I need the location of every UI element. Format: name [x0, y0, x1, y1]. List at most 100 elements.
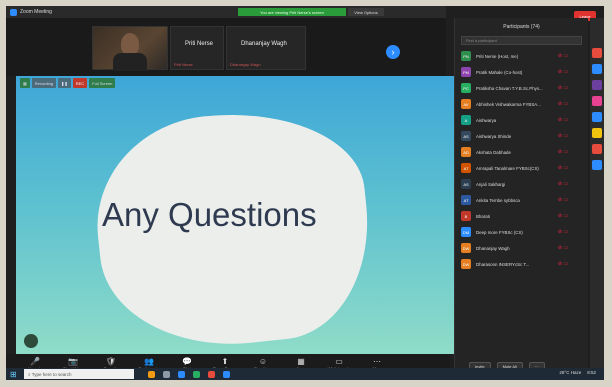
camera-icon: 📷	[68, 357, 78, 366]
pause-button[interactable]: ❚❚	[58, 78, 71, 88]
muted-mic-icon: ⊘ ▭	[558, 245, 569, 251]
muted-mic-icon: ⊘ ▭	[558, 181, 569, 187]
participant-row[interactable]: AT Ankita Tembe sybbsca ⊘ ▭	[455, 192, 588, 208]
participant-row[interactable]: AS Aishwarya Shinde ⊘ ▭	[455, 128, 588, 144]
participant-name: Deep more FYBSc (CS)	[476, 229, 523, 235]
app-icon[interactable]	[193, 370, 200, 378]
avatar: DW	[461, 259, 471, 269]
participant-list: PN Priti Nerse (Host, me) ⊘ ▭ PM Pratik Maha…	[455, 48, 588, 272]
slide-title: Any Questions	[102, 196, 317, 233]
participant-name: Akshata Dabhade	[476, 149, 511, 155]
app-icon[interactable]	[148, 370, 155, 378]
participant-name: Priti Nerse (Host, me)	[476, 53, 519, 59]
window-title: Zoom Meeting	[20, 9, 52, 15]
app-icon[interactable]	[592, 128, 602, 138]
next-page-icon[interactable]: ›	[386, 45, 400, 59]
participant-row[interactable]: A Aishwarya ⊘ ▭	[455, 112, 588, 128]
participant-name: Pratiksha Chavan T.Y.B.Sc.Phys...	[476, 85, 543, 91]
app-icon[interactable]	[208, 370, 215, 378]
app-icon[interactable]	[592, 96, 602, 106]
app-icon[interactable]	[592, 160, 602, 170]
participant-name: Anjali Sakhargi	[476, 181, 506, 187]
participant-row[interactable]: AD Akshata Dabhade ⊘ ▭	[455, 144, 588, 160]
windows-taskbar: ⊞ ⌕ Type here to search 28°C Haze 8:52	[6, 368, 604, 380]
participants-panel: Participants (74) Find a participant PN P…	[454, 18, 588, 374]
mic-icon: 🎤	[30, 357, 40, 366]
tile-sub: Dhananjay Wagh	[230, 62, 261, 67]
muted-mic-icon: ⊘ ▭	[558, 69, 569, 75]
smile-icon: ☺	[258, 357, 268, 366]
participant-row[interactable]: AT Amrapali Tanalmare FYBSc(CS) ⊘ ▭	[455, 160, 588, 176]
app-icon[interactable]	[592, 48, 602, 58]
fullscreen-button[interactable]: Full Screen	[89, 78, 116, 88]
video-tile-priti[interactable]: Priti Nerse Priti Nerse	[170, 26, 224, 70]
avatar: AT	[461, 163, 471, 173]
participant-row[interactable]: PM Pratik Mahale (Co-host) ⊘ ▭	[455, 64, 588, 80]
participant-row[interactable]: B Bharati ⊘ ▭	[455, 208, 588, 224]
person-head	[121, 33, 139, 55]
participant-row[interactable]: AV Abhishek Vishwakarma FYBSA... ⊘ ▭	[455, 96, 588, 112]
apps-icon: ▦	[297, 357, 305, 366]
tile-name: Priti Nerse	[185, 41, 214, 47]
person-body	[113, 53, 147, 71]
taskbar-search-input[interactable]: ⌕ Type here to search	[24, 369, 134, 379]
app-sidebar	[590, 18, 604, 374]
avatar: AD	[461, 147, 471, 157]
avatar: AT	[461, 195, 471, 205]
app-icon[interactable]	[592, 80, 602, 90]
windows-start-icon[interactable]: ⊞	[10, 370, 20, 379]
participant-name: Dhananjay Wagh	[476, 245, 510, 251]
muted-mic-icon: ⊘ ▭	[558, 197, 569, 203]
share-icon: ⬆	[221, 357, 229, 366]
participant-row[interactable]: PC Pratiksha Chavan T.Y.B.Sc.Phys... ⊘ ▭	[455, 80, 588, 96]
participant-name: Ankita Tembe sybbsca	[476, 197, 520, 203]
avatar: B	[461, 211, 471, 221]
tile-sub: Priti Nerse	[174, 62, 193, 67]
app-icon[interactable]	[592, 144, 602, 154]
view-options-button[interactable]: View Options	[348, 8, 384, 16]
taskbar-apps	[148, 370, 230, 378]
video-tile-dhananjay[interactable]: Dhananjay Wagh Dhananjay Wagh	[226, 26, 306, 70]
share-toolbar: ▦ Recording ❚❚ REC Full Screen	[20, 78, 116, 88]
more-icon: ⋯	[373, 357, 381, 366]
tile-name: Dhananjay Wagh	[241, 41, 287, 47]
layout-button[interactable]: ▦	[20, 78, 30, 88]
participant-row[interactable]: PN Priti Nerse (Host, me) ⊘ ▭	[455, 48, 588, 64]
app-icon[interactable]	[163, 370, 170, 378]
recording-indicator[interactable]: Recording	[31, 78, 57, 88]
avatar: DW	[461, 243, 471, 253]
video-tile-camera[interactable]	[92, 26, 168, 71]
weather-text[interactable]: 28°C Haze	[559, 370, 581, 375]
app-icon[interactable]	[592, 112, 602, 122]
avatar: PN	[461, 51, 471, 61]
participant-row[interactable]: DW Dhananjay Wagh ⊘ ▭	[455, 240, 588, 256]
clock-text[interactable]: 8:52	[587, 370, 596, 375]
muted-mic-icon: ⊘ ▭	[558, 261, 569, 267]
whiteboard-icon: ▭	[335, 357, 343, 366]
avatar: PC	[461, 83, 471, 93]
screen-share-banner: You are viewing Priti Nerse's screen	[238, 8, 346, 16]
muted-mic-icon: ⊘ ▭	[558, 165, 569, 171]
participant-name: Pratik Mahale (Co-host)	[476, 69, 523, 75]
app-icon[interactable]	[178, 370, 185, 378]
muted-mic-icon: ⊘ ▭	[558, 101, 569, 107]
annotation-icon[interactable]	[24, 334, 38, 348]
muted-mic-icon: ⊘ ▭	[558, 133, 569, 139]
muted-mic-icon: ⊘ ▭	[558, 85, 569, 91]
shared-screen: ▦ Recording ❚❚ REC Full Screen Any Quest…	[16, 76, 454, 354]
participant-row[interactable]: DW Dharasonn INSERYcSc T... ⊘ ▭	[455, 256, 588, 272]
participant-search-input[interactable]: Find a participant	[461, 36, 582, 45]
participant-name: Dharasonn INSERYcSc T...	[476, 261, 530, 267]
participant-name: Bharati	[476, 213, 490, 219]
zoom-logo-icon	[10, 8, 17, 16]
participant-name: Amrapali Tanalmare FYBSc(CS)	[476, 165, 539, 171]
taskbar-search-text: Type here to search	[31, 371, 72, 377]
chat-icon: 💬	[182, 357, 192, 366]
participant-row[interactable]: DM Deep more FYBSc (CS) ⊘ ▭	[455, 224, 588, 240]
app-icon[interactable]	[592, 64, 602, 74]
rec-badge: REC	[72, 78, 88, 88]
app-icon[interactable]	[223, 370, 230, 378]
participant-row[interactable]: AS Anjali Sakhargi ⊘ ▭	[455, 176, 588, 192]
muted-mic-icon: ⊘ ▭	[558, 53, 569, 59]
avatar: AS	[461, 179, 471, 189]
